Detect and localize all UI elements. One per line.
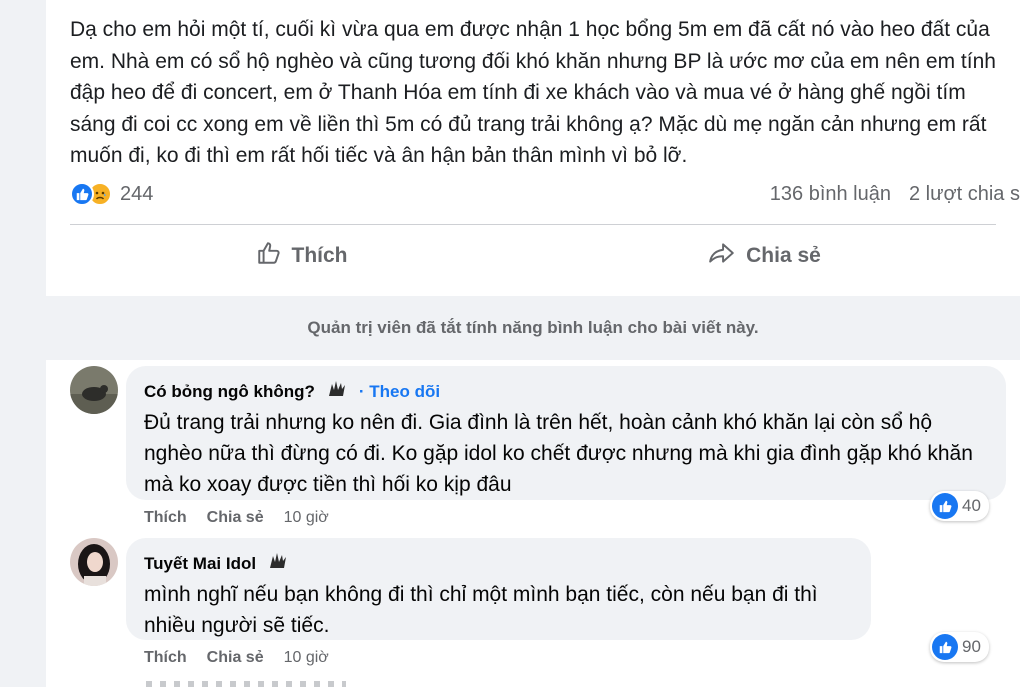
like-button[interactable]: Thích <box>70 228 533 284</box>
reaction-count[interactable]: 244 <box>120 183 153 206</box>
post-actions: Thích Chia sẻ <box>70 228 996 284</box>
comment-actions: Thích Chia sẻ 10 giờ <box>144 509 329 527</box>
comment-like-button[interactable]: Thích <box>144 649 187 667</box>
like-label: Thích <box>291 244 348 267</box>
comment-share-button[interactable]: Chia sẻ <box>207 509 264 527</box>
fan-badge-icon <box>266 550 290 577</box>
like-icon <box>932 493 958 519</box>
comment-time[interactable]: 10 giờ <box>284 649 329 667</box>
like-icon <box>932 634 958 660</box>
comment-reactions[interactable]: 40 <box>930 491 989 521</box>
share-arrow-icon <box>708 240 736 272</box>
avatar[interactable] <box>70 538 118 586</box>
comment-actions: Thích Chia sẻ 10 giờ <box>144 649 329 667</box>
comment-text: mình nghĩ nếu bạn không đi thì chỉ một m… <box>144 583 818 637</box>
share-label: Chia sẻ <box>746 244 821 267</box>
comment-author[interactable]: Có bỏng ngô không? <box>144 382 315 402</box>
comment-text: Đủ trang trải nhưng ko nên đi. Gia đình … <box>144 411 973 496</box>
divider <box>70 224 996 225</box>
post-stats: 244 136 bình luận 2 lượt chia s <box>70 176 1020 212</box>
comments-disabled-notice: Quản trị viên đã tắt tính năng bình luận… <box>46 296 1020 360</box>
reaction-count: 40 <box>962 496 981 515</box>
fan-badge-icon <box>325 378 349 405</box>
comment-reactions[interactable]: 90 <box>930 632 989 662</box>
comment-share-button[interactable]: Chia sẻ <box>207 649 264 667</box>
thumbs-up-outline-icon <box>256 240 282 272</box>
comment-author[interactable]: Tuyết Mai Idol <box>144 554 256 574</box>
reaction-icons[interactable] <box>70 182 112 206</box>
avatar[interactable] <box>70 366 118 414</box>
follow-link[interactable]: · Theo dõi <box>359 382 440 402</box>
post-text: Dạ cho em hỏi một tí, cuối kì vừa qua em… <box>70 18 996 167</box>
reaction-count: 90 <box>962 637 981 656</box>
share-button[interactable]: Chia sẻ <box>533 228 996 284</box>
post-card: Dạ cho em hỏi một tí, cuối kì vừa qua em… <box>46 0 1020 687</box>
comment-bubble: Có bỏng ngô không? · Theo dõi Đủ trang t… <box>126 366 1006 500</box>
next-comment-partial <box>146 681 346 687</box>
comment-bubble: Tuyết Mai Idol mình nghĩ nếu bạn không đ… <box>126 538 871 640</box>
share-count[interactable]: 2 lượt chia s <box>909 183 1020 206</box>
comment-like-button[interactable]: Thích <box>144 509 187 527</box>
like-icon <box>70 182 94 206</box>
comment-time[interactable]: 10 giờ <box>284 509 329 527</box>
comment-count[interactable]: 136 bình luận <box>770 183 891 206</box>
